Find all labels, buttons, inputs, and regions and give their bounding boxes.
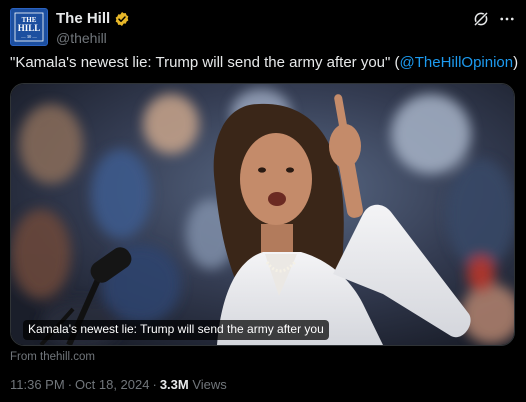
account-names: The Hill @thehill bbox=[56, 10, 130, 47]
views-count: 3.3M bbox=[159, 377, 189, 392]
account-display-name[interactable]: The Hill bbox=[56, 10, 110, 28]
meta-separator: · bbox=[67, 377, 73, 392]
tweet-header: THE HILL — 30 — The Hill @thehill bbox=[10, 8, 516, 48]
meta-separator-2: · bbox=[152, 377, 157, 392]
tweet-text-close: ) bbox=[513, 54, 519, 71]
speaker-photo bbox=[11, 84, 514, 345]
account-avatar[interactable]: THE HILL — 30 — bbox=[10, 8, 48, 46]
the-hill-logo: THE HILL — 30 — bbox=[11, 9, 47, 45]
more-options-icon[interactable] bbox=[498, 10, 516, 28]
views-label: Views bbox=[192, 377, 227, 392]
tweet-text-body: "Kamala's newest lie: Trump will send th… bbox=[10, 54, 400, 71]
link-card-image[interactable]: Kamala's newest lie: Trump will send the… bbox=[10, 83, 515, 346]
tweet-text: "Kamala's newest lie: Trump will send th… bbox=[10, 53, 519, 73]
grok-icon[interactable] bbox=[472, 10, 490, 28]
media-caption: Kamala's newest lie: Trump will send the… bbox=[23, 320, 329, 340]
avatar-line-3: — 30 — bbox=[20, 34, 37, 39]
avatar-line-2: HILL bbox=[18, 23, 41, 33]
tweet-date[interactable]: Oct 18, 2024 bbox=[75, 377, 149, 392]
verified-badge-icon[interactable] bbox=[114, 11, 130, 27]
tweet-time[interactable]: 11:36 PM bbox=[10, 377, 65, 392]
tweet-meta: 11:36 PM · Oct 18, 2024 · 3.3M Views bbox=[10, 377, 227, 393]
account-handle[interactable]: @thehill bbox=[56, 29, 130, 47]
display-name-row: The Hill bbox=[56, 10, 130, 28]
link-source[interactable]: From thehill.com bbox=[10, 350, 95, 364]
mention-link[interactable]: @TheHillOpinion bbox=[400, 54, 514, 71]
